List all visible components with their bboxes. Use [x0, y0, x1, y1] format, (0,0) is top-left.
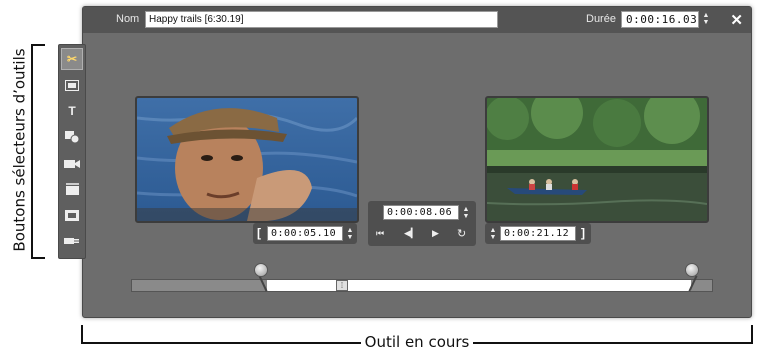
step-back-icon[interactable]: ◀▎: [404, 228, 418, 239]
play-icon[interactable]: ▶: [432, 228, 439, 239]
set-out-point-icon[interactable]: ]: [581, 226, 585, 240]
plug-icon[interactable]: [61, 230, 83, 252]
set-in-point-icon[interactable]: [: [257, 226, 261, 240]
in-point-stepper[interactable]: ▲ ▼: [346, 227, 354, 242]
tool-buttons-annotation: Boutons sélecteurs d’outils: [10, 30, 30, 270]
tool-selector-strip: ✂ T: [58, 44, 86, 259]
current-tool-annotation: Outil en cours: [0, 333, 760, 351]
clip-name-field[interactable]: [145, 11, 498, 28]
loop-icon[interactable]: ↻: [457, 227, 466, 240]
current-tool-annotation-text: Outil en cours: [360, 333, 474, 351]
position-stepper[interactable]: ▲ ▼: [462, 206, 470, 221]
in-point-preview: [135, 96, 359, 223]
overlay-icon[interactable]: [61, 126, 83, 148]
close-icon[interactable]: ✕: [730, 11, 743, 29]
duration-label: Durée: [586, 13, 616, 25]
name-label: Nom: [116, 13, 140, 25]
title-bar: Nom Durée 0:00:16.03 ▲▼ ✕: [83, 7, 751, 33]
tool-buttons-bracket: [31, 44, 45, 259]
title-text-icon[interactable]: T: [61, 100, 83, 122]
skip-to-start-icon[interactable]: ⏮: [376, 228, 384, 239]
duration-stepper[interactable]: ▲ ▼: [702, 12, 710, 27]
current-position-field[interactable]: 0:00:08.06: [383, 205, 459, 220]
scissors-icon[interactable]: ✂: [61, 48, 83, 70]
out-point-handle[interactable]: [685, 263, 699, 277]
out-point-frame-image: [487, 98, 707, 221]
out-point-timecode-box: ▲ ▼ 0:00:21.12 ]: [485, 223, 591, 244]
tool-buttons-annotation-text: Boutons sélecteurs d’outils: [11, 48, 29, 252]
image-icon[interactable]: [61, 74, 83, 96]
duration-field[interactable]: 0:00:16.03: [621, 11, 699, 28]
playhead-thumb[interactable]: ⁞: [336, 280, 348, 291]
film-icon[interactable]: [61, 204, 83, 226]
in-point-frame-image: [137, 98, 357, 221]
out-point-field[interactable]: 0:00:21.12: [500, 226, 576, 241]
in-point-timecode-box: [ 0:00:05.10 ▲ ▼: [253, 223, 357, 244]
transport-panel: 0:00:08.06 ▲ ▼ ⏮ ◀▎ ▶ ↻: [368, 201, 476, 246]
out-point-stepper[interactable]: ▲ ▼: [489, 227, 497, 242]
camera-icon[interactable]: [61, 152, 83, 174]
in-point-handle[interactable]: [254, 263, 268, 277]
trim-selection-range: [267, 279, 691, 292]
in-point-field[interactable]: 0:00:05.10: [267, 226, 343, 241]
clapper-icon[interactable]: [61, 178, 83, 200]
out-point-preview: [485, 96, 709, 223]
